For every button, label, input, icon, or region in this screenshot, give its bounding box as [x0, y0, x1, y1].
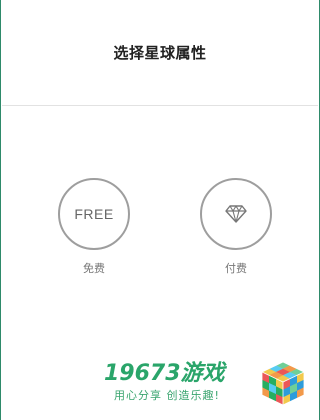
free-option[interactable]: FREE 免费 — [57, 178, 131, 276]
watermark-brand: 19673游戏 — [104, 355, 225, 387]
watermark-brand-cn: 游戏 — [180, 361, 225, 386]
dialog-header: 选择星球属性 — [2, 0, 318, 106]
watermark-slogan: 用心分享 创造乐趣! — [114, 389, 220, 402]
paid-option[interactable]: 付费 — [199, 178, 273, 276]
diamond-icon — [225, 205, 247, 223]
free-option-circle[interactable]: FREE — [58, 178, 130, 250]
watermark-brand-number: 19673 — [104, 361, 181, 386]
rubik-cube-logo-icon — [261, 361, 305, 406]
paid-option-label: 付费 — [225, 262, 247, 275]
free-icon: FREE — [74, 206, 114, 222]
free-option-label: 免费 — [83, 262, 105, 275]
dialog-title: 选择星球属性 — [113, 44, 207, 62]
site-watermark: 19673游戏 用心分享 创造乐趣! — [96, 355, 316, 415]
paid-option-circle[interactable] — [200, 178, 272, 250]
